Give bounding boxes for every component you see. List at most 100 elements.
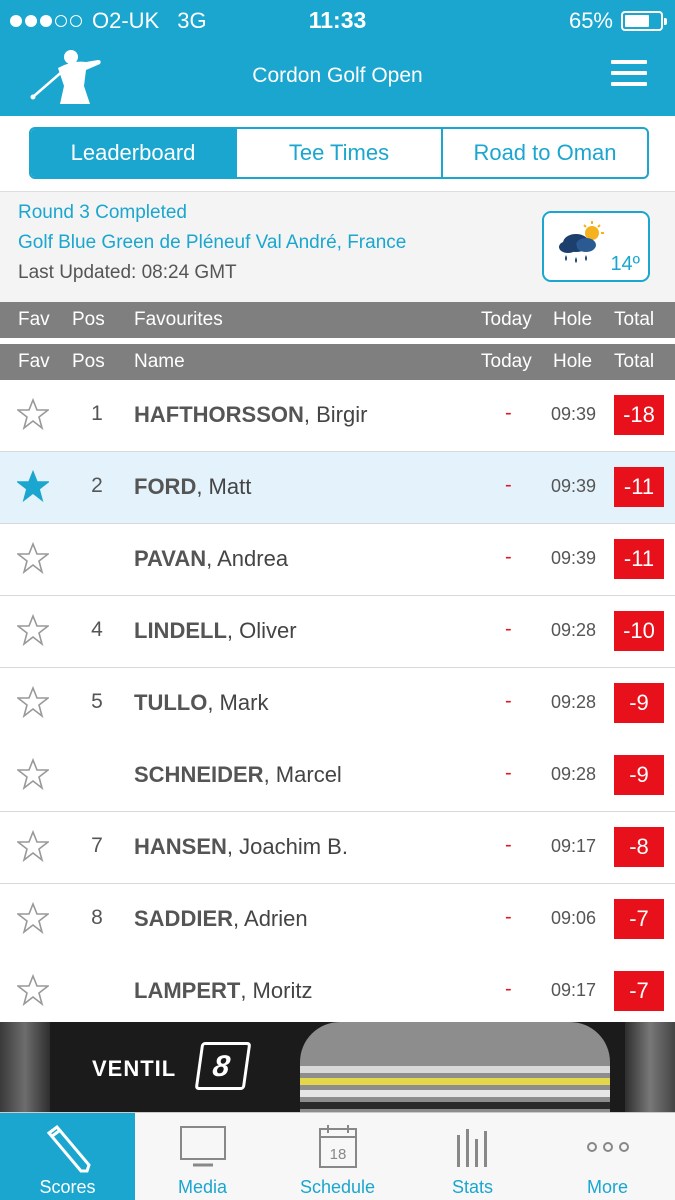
star-outline-icon[interactable] <box>17 974 49 1006</box>
status-bar: O2-UK 3G 11:33 65% <box>0 0 675 38</box>
table-row[interactable]: 1 HAFTHORSSON, Birgir - 09:39 -18 <box>0 380 675 452</box>
leaderboard-header: Fav Pos Name Today Hole Total <box>0 344 675 380</box>
event-info: Round 3 Completed Golf Blue Green de Plé… <box>0 192 675 302</box>
today-score: - <box>505 978 512 1000</box>
ad-stripe <box>300 1066 610 1073</box>
player-name: HAFTHORSSON, Birgir <box>134 402 368 427</box>
today-score: - <box>505 690 512 712</box>
star-outline-icon[interactable] <box>17 902 49 934</box>
col-today: Today <box>481 309 532 330</box>
col-hole: Hole <box>553 351 593 372</box>
table-row[interactable]: 8 SADDIER, Adrien - 09:06 -7 <box>0 884 675 956</box>
nav-stats[interactable]: Stats <box>405 1113 540 1200</box>
player-name: FORD, Matt <box>134 474 252 499</box>
today-score: - <box>505 906 512 928</box>
table-row[interactable]: 7 HANSEN, Joachim B. - 09:17 -8 <box>0 812 675 884</box>
total-score: -9 <box>614 755 664 795</box>
nav-more[interactable]: More <box>540 1113 675 1200</box>
more-dots-icon <box>586 1142 629 1152</box>
table-row[interactable]: SCHNEIDER, Marcel - 09:28 -9 <box>0 740 675 812</box>
star-outline-icon[interactable] <box>17 614 49 646</box>
col-pos: Pos <box>72 351 105 372</box>
player-name: LAMPERT, Moritz <box>134 978 313 1003</box>
segment-control-area: Leaderboard Tee Times Road to Oman <box>0 116 675 192</box>
nav-label: Media <box>177 1177 228 1197</box>
battery-percent: 65% <box>568 8 613 33</box>
nav-label: Scores <box>39 1177 96 1197</box>
ad-stripe <box>300 1090 610 1097</box>
table-row[interactable]: 4 LINDELL, Oliver - 09:28 -10 <box>0 596 675 668</box>
battery-info: 65% <box>568 8 667 34</box>
table-row[interactable]: 5 TULLO, Mark - 09:28 -9 <box>0 668 675 740</box>
hole-time: 09:17 <box>551 980 597 1000</box>
hole-time: 09:28 <box>551 620 597 640</box>
col-pos: Pos <box>72 309 105 330</box>
table-row[interactable]: PAVAN, Andrea - 09:39 -11 <box>0 524 675 596</box>
total-score: -7 <box>614 971 664 1011</box>
ad-banner[interactable]: VENTIL 8 <box>0 1022 675 1112</box>
nav-scores[interactable]: Scores <box>0 1113 135 1200</box>
player-position: 1 <box>91 402 103 425</box>
star-outline-icon[interactable] <box>17 398 49 430</box>
player-position: 5 <box>91 690 103 713</box>
tab-leaderboard[interactable]: Leaderboard <box>31 129 235 177</box>
player-position: 8 <box>91 906 103 929</box>
nav-label: More <box>586 1177 628 1197</box>
player-name: SADDIER, Adrien <box>134 906 308 931</box>
today-score: - <box>505 546 512 568</box>
star-outline-icon[interactable] <box>17 686 49 718</box>
hole-time: 09:28 <box>551 692 597 712</box>
player-position: 4 <box>91 618 103 641</box>
favourites-header: Fav Pos Favourites Today Hole Total <box>0 302 675 338</box>
rain-sun-icon <box>559 221 604 263</box>
col-hole: Hole <box>553 309 593 330</box>
player-position: 2 <box>91 474 103 497</box>
hole-time: 09:28 <box>551 764 597 784</box>
nav-media[interactable]: Media <box>135 1113 270 1200</box>
today-score: - <box>505 618 512 640</box>
col-fav: Fav <box>18 309 50 330</box>
pencil-icon <box>46 1125 91 1173</box>
col-total: Total <box>614 351 655 372</box>
ad-image-edge <box>0 1022 50 1112</box>
tab-road-to-oman[interactable]: Road to Oman <box>441 129 647 177</box>
star-outline-icon[interactable] <box>17 542 49 574</box>
nav-schedule[interactable]: 18 Schedule <box>270 1113 405 1200</box>
hole-time: 09:39 <box>551 404 597 424</box>
hole-time: 09:39 <box>551 476 597 496</box>
temperature: 14º <box>610 253 640 275</box>
star-outline-icon[interactable] <box>17 830 49 862</box>
bottom-nav: Scores Media 18 Schedule Stats More <box>0 1112 675 1200</box>
nav-label: Schedule <box>299 1177 376 1197</box>
star-filled-icon[interactable] <box>17 470 49 502</box>
ad-badge: 8 <box>194 1042 252 1090</box>
today-score: - <box>505 474 512 496</box>
player-name: SCHNEIDER, Marcel <box>134 762 342 787</box>
col-name: Name <box>134 351 185 372</box>
round-status: Round 3 Completed <box>18 202 187 223</box>
player-name: PAVAN, Andrea <box>134 546 289 571</box>
today-score: - <box>505 834 512 856</box>
weather-widget[interactable]: 14º <box>542 211 650 282</box>
star-outline-icon[interactable] <box>17 758 49 790</box>
total-score: -9 <box>614 683 664 723</box>
total-score: -10 <box>614 611 664 651</box>
total-score: -18 <box>614 395 664 435</box>
app-title: Cordon Golf Open <box>252 64 423 87</box>
player-name: LINDELL, Oliver <box>134 618 297 643</box>
last-updated: Last Updated: 08:24 GMT <box>18 262 237 283</box>
hamburger-icon[interactable] <box>611 60 647 88</box>
player-position: 7 <box>91 834 103 857</box>
top-bar: O2-UK 3G 11:33 65% Cordon Golf Open <box>0 0 675 116</box>
table-row[interactable]: 2 FORD, Matt - 09:39 -11 <box>0 452 675 524</box>
calendar-icon: 18 <box>318 1125 357 1168</box>
col-today: Today <box>481 351 532 372</box>
hole-time: 09:39 <box>551 548 597 568</box>
col-total: Total <box>614 309 655 330</box>
table-row[interactable]: LAMPERT, Moritz - 09:17 -7 <box>0 956 675 1028</box>
tab-tee-times[interactable]: Tee Times <box>235 129 441 177</box>
svg-text:18: 18 <box>329 1146 346 1163</box>
nav-label: Stats <box>451 1177 494 1197</box>
monitor-icon <box>179 1126 226 1167</box>
ad-stripe <box>300 1078 610 1085</box>
